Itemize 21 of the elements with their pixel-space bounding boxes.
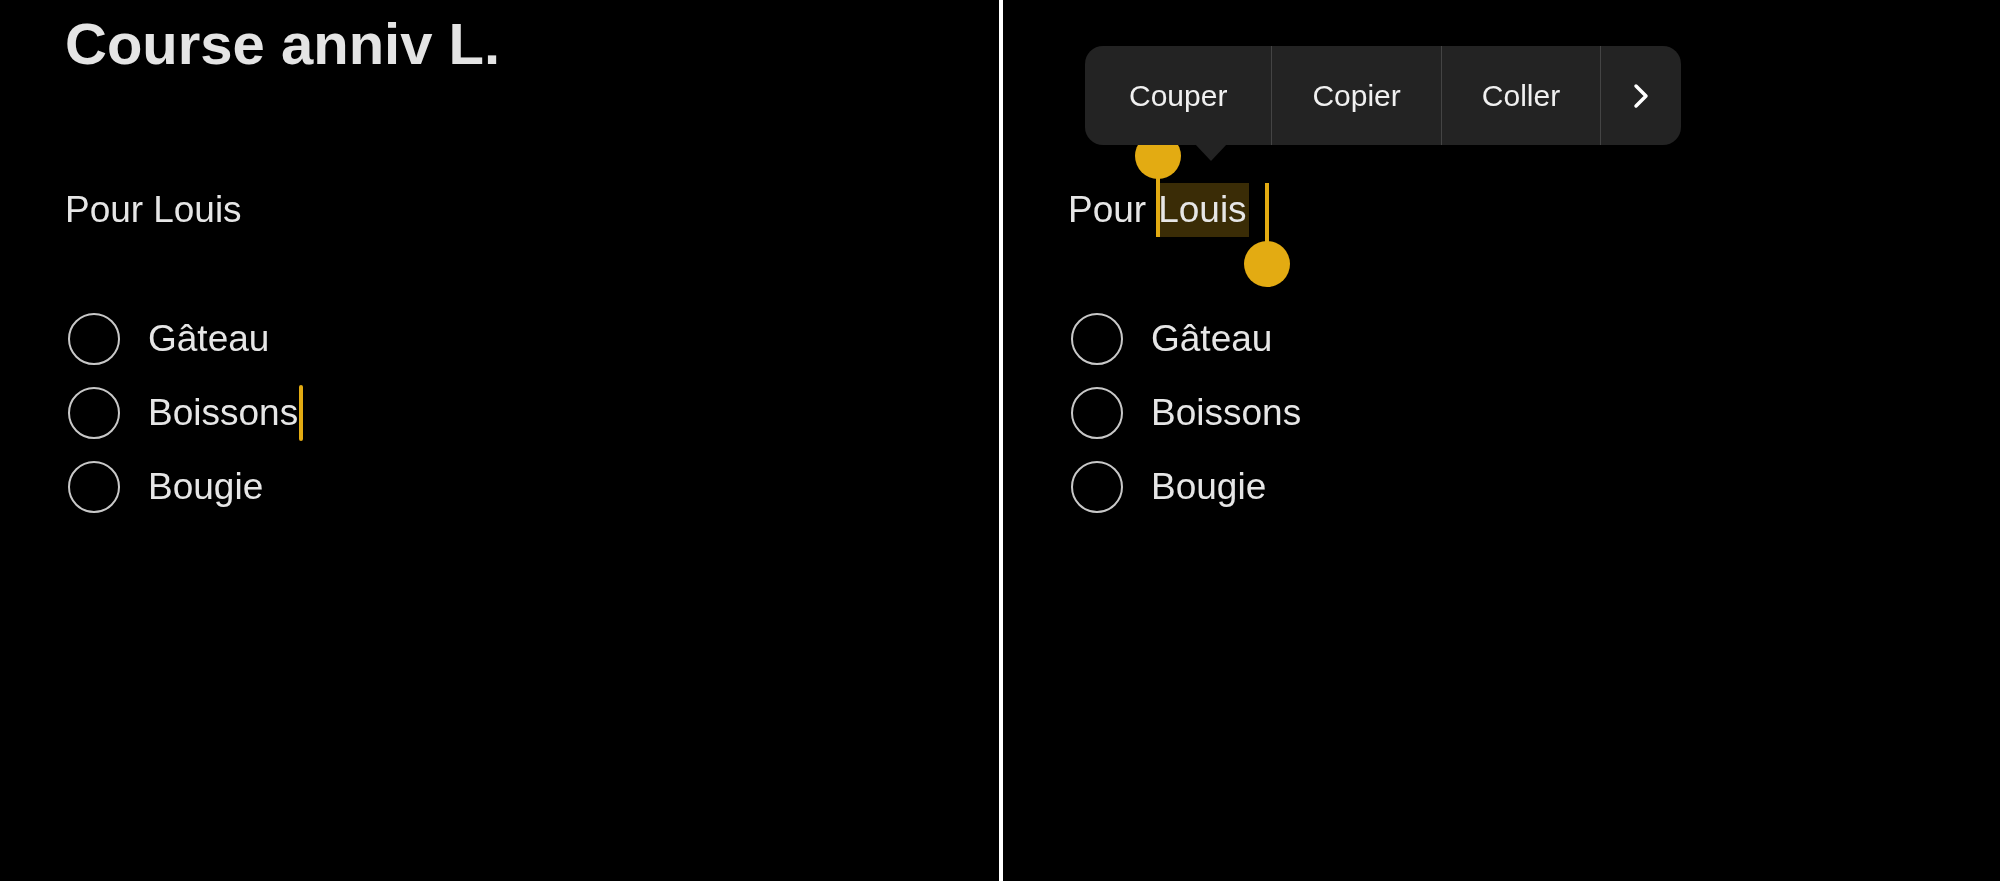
note-title: Course anniv L. bbox=[65, 10, 502, 78]
checklist-item: Boissons bbox=[1151, 392, 1302, 434]
checklist-item: Gâteau bbox=[1151, 318, 1273, 360]
note-text: Louis bbox=[153, 188, 242, 232]
chevron-right-icon bbox=[1633, 82, 1650, 109]
note-text: Pour bbox=[1068, 188, 1147, 232]
checkbox[interactable] bbox=[1071, 461, 1123, 513]
checklist-item: Bougie bbox=[148, 466, 264, 508]
note-text: Pour bbox=[65, 188, 144, 232]
selection-handle[interactable] bbox=[1244, 183, 1291, 287]
checkbox[interactable] bbox=[1071, 387, 1123, 439]
checklist-item: Bougie bbox=[1151, 466, 1267, 508]
menu-item[interactable]: Copier bbox=[1271, 46, 1441, 145]
menu-item[interactable]: Coller bbox=[1440, 46, 1601, 145]
checkbox[interactable] bbox=[68, 461, 120, 513]
checkbox[interactable] bbox=[68, 313, 120, 365]
checkbox[interactable] bbox=[1071, 313, 1123, 365]
menu-item[interactable]: Couper bbox=[1085, 46, 1272, 145]
checklist-item: Boissons bbox=[148, 392, 299, 434]
checkbox[interactable] bbox=[68, 387, 120, 439]
checklist-item: Gâteau bbox=[148, 318, 270, 360]
